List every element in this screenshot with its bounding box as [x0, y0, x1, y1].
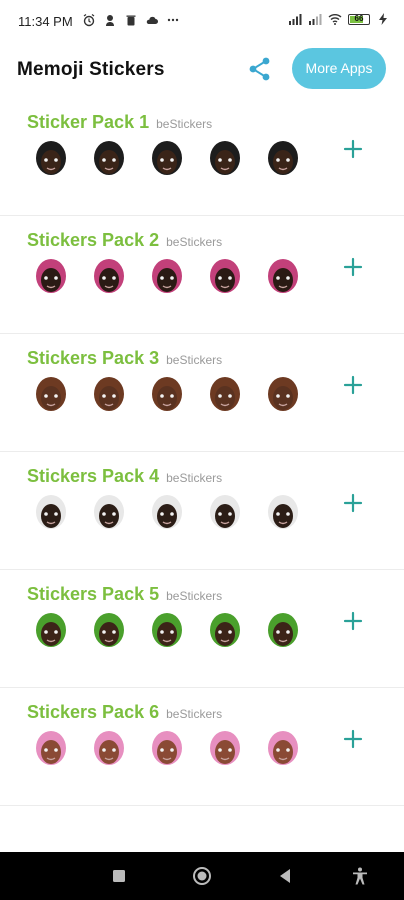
more-dots-icon: [167, 18, 179, 22]
share-icon[interactable]: [247, 56, 273, 82]
plus-icon: [343, 729, 363, 749]
pack-title: Sticker Pack 1: [27, 112, 150, 132]
sticker-thumbnail: [268, 259, 298, 293]
accessibility-button[interactable]: [350, 866, 370, 886]
wifi-icon: [328, 14, 342, 25]
recents-button[interactable]: [109, 866, 129, 886]
sticker-thumbnail: [94, 377, 124, 411]
pack-title: Stickers Pack 6: [27, 702, 160, 722]
pack-publisher: beStickers: [156, 117, 213, 131]
battery-level: 66: [354, 13, 364, 23]
plus-icon: [343, 375, 363, 395]
signal-icon-2: [309, 14, 322, 25]
sticker-thumbnail: [152, 259, 182, 293]
plus-icon: [343, 139, 363, 159]
add-pack-button[interactable]: [340, 490, 366, 516]
pack-title: Stickers Pack 2: [27, 230, 160, 250]
sticker-pack-row[interactable]: Stickers Pack 3 beStickers: [0, 334, 404, 452]
sticker-thumbnail: [94, 731, 124, 765]
pack-title: Stickers Pack 4: [27, 466, 160, 486]
sticker-preview-strip: [32, 492, 302, 538]
pack-publisher: beStickers: [166, 235, 223, 249]
add-pack-button[interactable]: [340, 254, 366, 280]
sticker-thumbnail: [268, 141, 298, 175]
sticker-thumbnail: [268, 495, 298, 529]
pack-publisher: beStickers: [166, 353, 223, 367]
app-bar: Memoji Stickers More Apps: [0, 40, 404, 98]
charging-icon: [379, 13, 387, 25]
sticker-thumbnail: [36, 377, 66, 411]
pack-title: Stickers Pack 5: [27, 584, 160, 604]
sticker-preview-strip: [32, 728, 302, 774]
more-apps-button[interactable]: More Apps: [292, 48, 386, 89]
battery-indicator: 66: [348, 13, 370, 25]
add-pack-button[interactable]: [340, 136, 366, 162]
sticker-thumbnail: [210, 495, 240, 529]
sticker-pack-row[interactable]: Stickers Pack 6 beStickers: [0, 688, 404, 806]
sticker-thumbnail: [152, 495, 182, 529]
sticker-preview-strip: [32, 374, 302, 420]
add-pack-button[interactable]: [340, 726, 366, 752]
delete-icon: [126, 15, 136, 26]
sticker-thumbnail: [36, 613, 66, 647]
status-time: 11:34 PM: [18, 14, 73, 29]
sticker-pack-row[interactable]: Stickers Pack 4 beStickers: [0, 452, 404, 570]
sticker-thumbnail: [268, 377, 298, 411]
sticker-thumbnail: [36, 731, 66, 765]
sticker-thumbnail: [36, 141, 66, 175]
page-title: Memoji Stickers: [17, 59, 165, 80]
sticker-thumbnail: [210, 377, 240, 411]
signal-icon: [289, 14, 302, 25]
home-button[interactable]: [192, 866, 212, 886]
app-notification-icon: [106, 15, 114, 26]
sticker-thumbnail: [36, 259, 66, 293]
pack-publisher: beStickers: [166, 707, 223, 721]
sticker-thumbnail: [210, 613, 240, 647]
add-pack-button[interactable]: [340, 608, 366, 634]
navigation-bar: [0, 852, 404, 900]
pack-title: Stickers Pack 3: [27, 348, 160, 368]
sticker-thumbnail: [152, 141, 182, 175]
plus-icon: [343, 257, 363, 277]
sticker-pack-list: Sticker Pack 1 beStickers Stickers Pack 2 b…: [0, 98, 404, 806]
sticker-thumbnail: [210, 731, 240, 765]
sticker-thumbnail: [152, 731, 182, 765]
sticker-thumbnail: [268, 731, 298, 765]
sticker-thumbnail: [152, 377, 182, 411]
status-bar: 11:34 PM 66: [0, 0, 404, 40]
sticker-thumbnail: [210, 259, 240, 293]
add-pack-button[interactable]: [340, 372, 366, 398]
plus-icon: [343, 611, 363, 631]
back-button[interactable]: [275, 866, 295, 886]
sticker-preview-strip: [32, 610, 302, 656]
sticker-pack-row[interactable]: Stickers Pack 5 beStickers: [0, 570, 404, 688]
sticker-thumbnail: [94, 141, 124, 175]
sticker-pack-row[interactable]: Sticker Pack 1 beStickers: [0, 98, 404, 216]
pack-publisher: beStickers: [166, 471, 223, 485]
sticker-thumbnail: [268, 613, 298, 647]
sticker-thumbnail: [94, 495, 124, 529]
plus-icon: [343, 493, 363, 513]
sticker-thumbnail: [36, 495, 66, 529]
sticker-pack-row[interactable]: Stickers Pack 2 beStickers: [0, 216, 404, 334]
pack-publisher: beStickers: [166, 589, 223, 603]
sticker-thumbnail: [210, 141, 240, 175]
cloud-icon: [146, 16, 158, 24]
alarm-icon: [83, 14, 95, 27]
sticker-preview-strip: [32, 138, 302, 184]
sticker-thumbnail: [94, 613, 124, 647]
sticker-preview-strip: [32, 256, 302, 302]
sticker-thumbnail: [152, 613, 182, 647]
sticker-thumbnail: [94, 259, 124, 293]
